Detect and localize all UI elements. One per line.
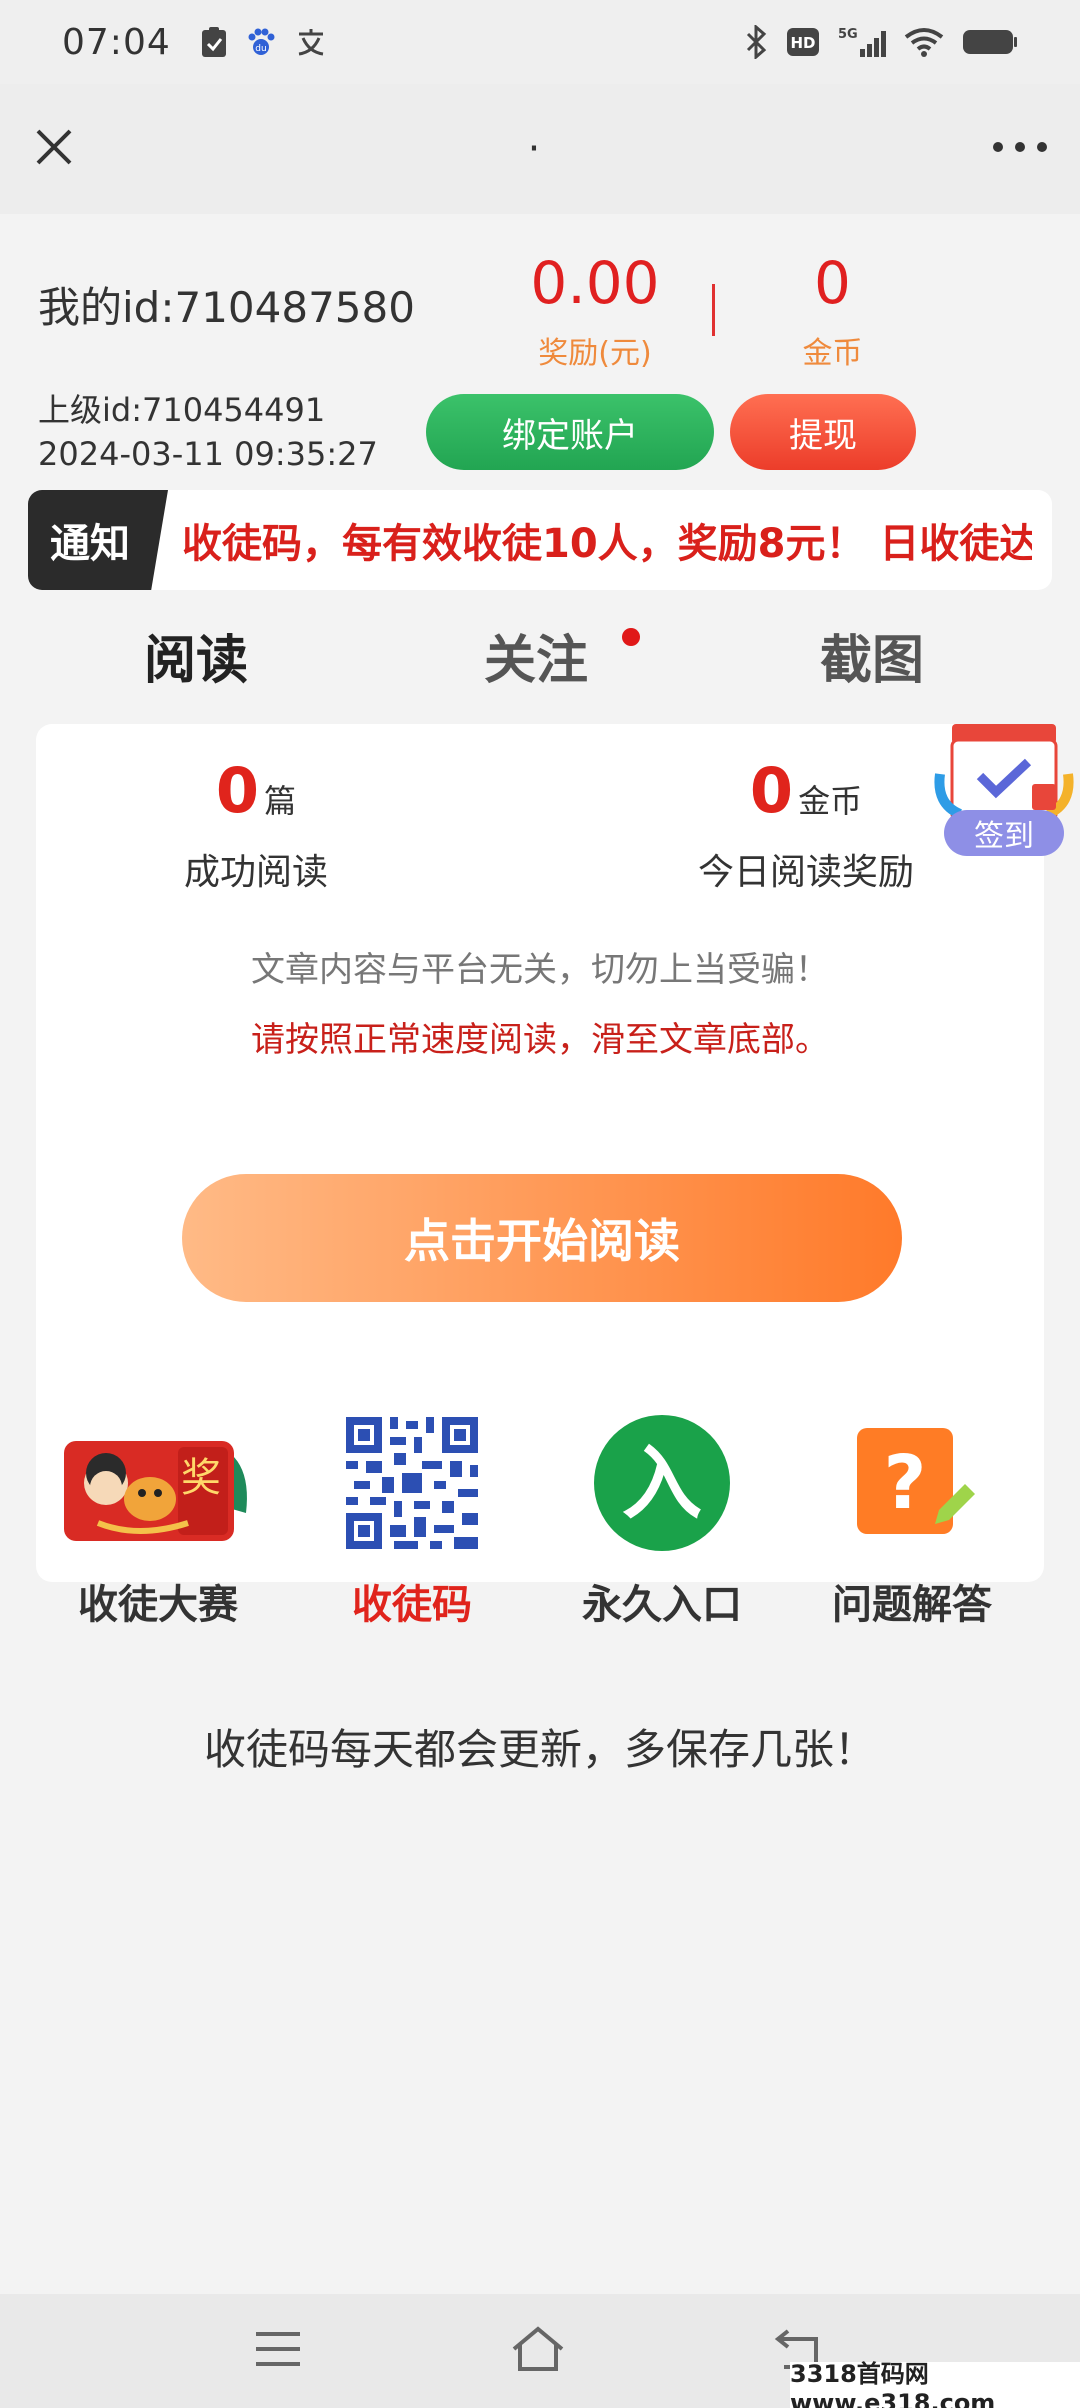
articles-unit: 篇 xyxy=(264,782,297,820)
question-note-icon: ? xyxy=(857,1428,975,1534)
status-time: 07:04 xyxy=(62,21,171,63)
articles-label: 成功阅读 xyxy=(183,852,328,893)
disclaimer-text: 文章内容与平台无关，切勿上当受骗！ xyxy=(251,950,829,990)
bind-account-button[interactable]: 绑定账户 xyxy=(426,394,714,470)
parent-info: 上级id:710454491 2024-03-11 09:35:27 xyxy=(38,388,378,476)
notice-bar[interactable]: 通知 收徒码，每有效收徒10人，奖励8元！ 日收徒达 xyxy=(28,490,1052,590)
more-icon[interactable] xyxy=(990,137,1050,161)
parent-id: 上级id:710454491 xyxy=(38,391,326,429)
top-toolbar: · xyxy=(0,84,1080,214)
register-datetime: 2024-03-11 09:35:27 xyxy=(38,435,378,473)
battery-icon xyxy=(963,30,1017,54)
notice-tag: 通知 xyxy=(28,490,168,590)
watermark: 3318首码网www.e318.com xyxy=(790,2360,1080,2408)
tip-text: 收徒码每天都会更新，多保存几张！ xyxy=(203,1725,876,1774)
notice-text: 收徒码，每有效收徒10人，奖励8元！ 日收徒达 xyxy=(182,521,1032,567)
start-reading-button[interactable]: 点击开始阅读 xyxy=(182,1174,902,1302)
svg-text:5G: 5G xyxy=(838,27,858,42)
tab-follow-dot xyxy=(622,628,640,646)
menu-faq[interactable]: ? 问题解答 xyxy=(812,1408,1012,1630)
qr-code-icon xyxy=(346,1417,478,1549)
read-coins-label: 今日阅读奖励 xyxy=(697,852,914,893)
menu-competition[interactable]: 奖 收徒大赛 xyxy=(58,1408,258,1630)
coins-stat: 0 金币 xyxy=(770,254,895,372)
menu-entrance-label: 永久入口 xyxy=(582,1582,742,1628)
my-id: 我的id:710487580 xyxy=(38,283,415,332)
svg-text:?: ? xyxy=(884,1440,927,1526)
tab-bar: 阅读 关注 截图 xyxy=(0,618,1080,718)
menu-faq-label: 问题解答 xyxy=(832,1582,992,1628)
instruction-text: 请按照正常速度阅读，滑至文章底部。 xyxy=(251,1020,829,1060)
svg-text:HD: HD xyxy=(790,34,815,52)
clipboard-check-icon xyxy=(201,27,226,57)
tab-follow-label: 关注 xyxy=(484,631,589,691)
baidu-paw-icon: du xyxy=(248,28,275,55)
tab-screenshot[interactable]: 截图 xyxy=(820,618,924,693)
competition-banner-icon xyxy=(64,1441,247,1541)
hd-icon: HD xyxy=(787,28,819,56)
wifi-icon xyxy=(904,28,944,57)
tab-screenshot-label: 截图 xyxy=(820,631,925,691)
signin-widget[interactable]: 签到 xyxy=(934,714,1074,864)
reward-stat: 0.00 奖励(元) xyxy=(520,254,670,372)
read-coins-value: 0 xyxy=(749,754,794,827)
read-coins-unit: 金币 xyxy=(798,782,863,820)
entrance-icon: 入 xyxy=(594,1415,730,1551)
status-bar: 07:04 du HD 5G xyxy=(0,0,1080,84)
menu-competition-label: 收徒大赛 xyxy=(78,1582,238,1628)
svg-text:du: du xyxy=(255,44,266,54)
coins-value: 0 xyxy=(814,249,851,317)
signin-label: 签到 xyxy=(974,819,1034,854)
svg-text:入: 入 xyxy=(622,1437,702,1530)
close-icon[interactable] xyxy=(30,123,78,175)
coins-label: 金币 xyxy=(802,336,863,371)
articles-stat: 0 篇 成功阅读 xyxy=(146,754,366,895)
tab-follow[interactable]: 关注 xyxy=(484,618,588,693)
home-icon[interactable] xyxy=(510,2325,566,2377)
stat-divider xyxy=(712,284,715,336)
reward-label: 奖励(元) xyxy=(538,336,652,371)
articles-value: 0 xyxy=(215,754,260,827)
signal-5g-icon: 5G xyxy=(838,27,886,57)
menu-qrcode[interactable]: 收徒码 xyxy=(312,1408,512,1630)
main-content: 我的id:710487580 0.00 奖励(元) 0 金币 上级id:7104… xyxy=(0,214,1080,2294)
translate-icon xyxy=(298,29,324,56)
menu-entrance[interactable]: 入 永久入口 xyxy=(562,1408,762,1630)
withdraw-button[interactable]: 提现 xyxy=(730,394,916,470)
competition-badge: 奖 xyxy=(181,1455,221,1501)
reward-value: 0.00 xyxy=(530,249,660,317)
read-coins-stat: 0 金币 今日阅读奖励 xyxy=(656,754,956,895)
menu-qrcode-label: 收徒码 xyxy=(352,1582,472,1628)
tab-read[interactable]: 阅读 xyxy=(128,618,278,697)
page-title: · xyxy=(527,126,541,172)
bluetooth-icon xyxy=(746,25,767,59)
tab-read-label: 阅读 xyxy=(144,631,249,691)
menu-icon[interactable] xyxy=(254,2329,302,2373)
